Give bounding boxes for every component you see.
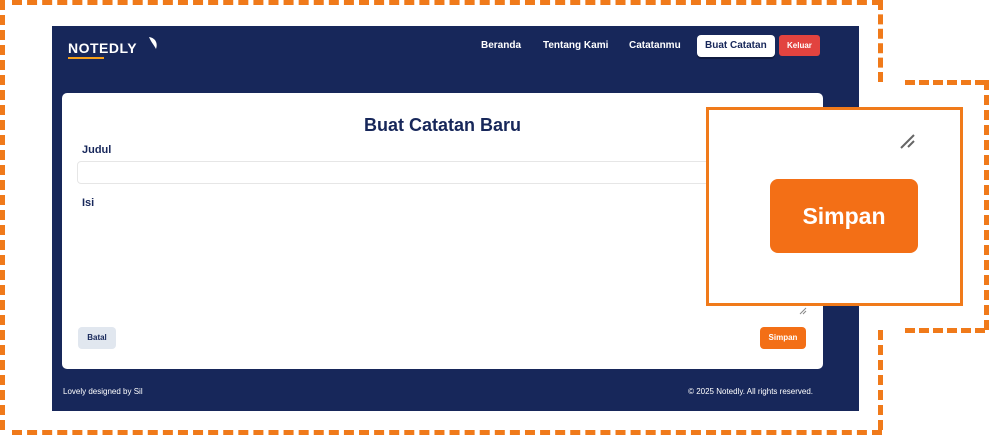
leaf-icon: [149, 37, 157, 49]
content-textarea[interactable]: [77, 211, 807, 315]
nav-buat-catatan[interactable]: Buat Catatan: [697, 35, 775, 57]
zoom-inset: Simpan: [706, 107, 963, 306]
dashed-frame-right-lower: [878, 330, 883, 430]
footer-copyright: © 2025 Notedly. All rights reserved.: [688, 387, 813, 396]
logo-underline: [68, 57, 104, 59]
logout-button[interactable]: Keluar: [779, 35, 820, 56]
dashed-frame-inset-right: [984, 80, 989, 330]
nav-tentang-kami[interactable]: Tentang Kami: [543, 40, 608, 51]
dashed-frame-inset-bottom: [905, 328, 985, 333]
logo-text: NOTEDLY: [68, 40, 138, 56]
footer-credit: Lovely designed by Sil: [63, 387, 143, 396]
resize-handle-icon[interactable]: [799, 307, 807, 315]
cancel-button[interactable]: Batal: [78, 327, 116, 349]
dashed-frame-top: [12, 0, 882, 5]
save-button-zoomed: Simpan: [770, 179, 918, 253]
title-input[interactable]: [77, 161, 759, 184]
dashed-frame-bottom: [12, 430, 882, 435]
dashed-frame-right-upper: [878, 0, 883, 82]
logo[interactable]: NOTEDLY: [68, 37, 157, 59]
resize-handle-icon-zoomed: [900, 134, 915, 149]
navbar: NOTEDLY Beranda Tentang Kami Catatanmu B…: [52, 26, 859, 78]
dashed-frame-inset-top: [905, 80, 985, 85]
nav-beranda[interactable]: Beranda: [481, 40, 521, 51]
nav-catatanmu[interactable]: Catatanmu: [629, 40, 681, 51]
title-label: Judul: [82, 144, 112, 156]
dashed-frame-left: [0, 0, 5, 430]
save-button[interactable]: Simpan: [760, 327, 806, 349]
content-label: Isi: [82, 197, 95, 209]
